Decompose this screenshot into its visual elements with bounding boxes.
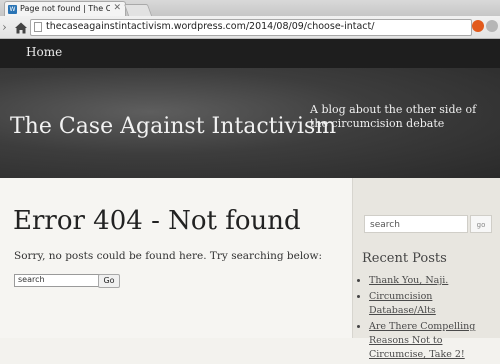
recent-post-link[interactable]: Circumcision Database/Alts: [369, 291, 436, 316]
site-tagline: A blog about the other side of the circu…: [310, 103, 477, 130]
sidebar-go-button[interactable]: go: [470, 215, 492, 233]
browser-tab-bar: W Page not found | The Case ✕: [0, 0, 500, 17]
page-icon: [34, 22, 42, 32]
error-heading: Error 404 - Not found: [13, 206, 301, 236]
site-banner: The Case Against Intactivism A blog abou…: [0, 68, 500, 178]
home-icon[interactable]: [14, 20, 28, 34]
list-item: Are There Compelling Reasons Not to Circ…: [369, 320, 500, 362]
recent-posts-heading: Recent Posts: [362, 251, 447, 266]
tab-title: Page not found | The Case: [20, 4, 110, 13]
site-navigation: Home: [0, 39, 500, 68]
new-tab-button[interactable]: [123, 4, 153, 16]
search-input[interactable]: search: [14, 274, 100, 287]
extension-icon[interactable]: [472, 20, 484, 32]
sidebar-search-input[interactable]: search: [364, 215, 468, 233]
url-text: thecaseagainstintactivism.wordpress.com/…: [46, 21, 375, 32]
browser-toolbar: › thecaseagainstintactivism.wordpress.co…: [0, 16, 500, 39]
recent-post-link[interactable]: Thank You, Naji.: [369, 275, 448, 286]
recent-post-link[interactable]: Are There Compelling Reasons Not to Circ…: [369, 321, 475, 360]
site-title[interactable]: The Case Against Intactivism: [10, 114, 336, 139]
go-button[interactable]: Go: [98, 274, 120, 288]
close-tab-icon[interactable]: ✕: [113, 3, 121, 13]
address-bar[interactable]: thecaseagainstintactivism.wordpress.com/…: [30, 19, 472, 36]
list-item: Circumcision Database/Alts: [369, 290, 500, 318]
sidebar: search go Recent Posts Thank You, Naji. …: [352, 178, 500, 360]
list-item: Thank You, Naji.: [369, 274, 500, 288]
forward-arrow-icon[interactable]: ›: [2, 20, 12, 34]
error-message: Sorry, no posts could be found here. Try…: [14, 250, 323, 262]
browser-tab[interactable]: W Page not found | The Case ✕: [4, 1, 126, 17]
settings-icon[interactable]: [486, 20, 498, 32]
main-content: Error 404 - Not found Sorry, no posts co…: [0, 178, 352, 338]
recent-posts-list: Thank You, Naji. Circumcision Database/A…: [356, 274, 500, 364]
nav-home-link[interactable]: Home: [26, 45, 62, 59]
wordpress-favicon-icon: W: [8, 5, 17, 14]
